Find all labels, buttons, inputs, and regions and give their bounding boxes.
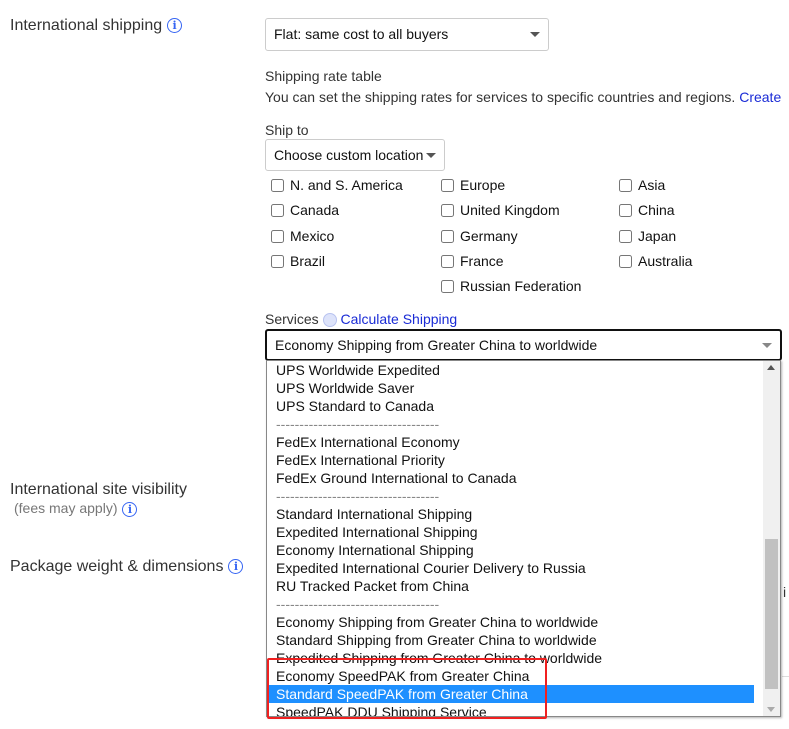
service-option[interactable]: UPS Worldwide Saver [267,379,754,397]
checkbox-label: Russian Federation [460,278,582,294]
chevron-down-icon [426,153,436,158]
service-option[interactable]: Expedited International Shipping [267,523,754,541]
location-checkbox[interactable]: Japan [619,228,676,244]
info-icon[interactable]: i [228,559,244,575]
checkbox-label: Mexico [290,228,335,244]
service-option[interactable]: FedEx Ground International to Canada [267,469,754,487]
location-checkbox[interactable]: France [441,253,504,269]
location-checkbox[interactable]: Australia [619,253,692,269]
checkbox-label: France [460,253,504,269]
rate-table-title: Shipping rate table [265,68,382,84]
checkbox[interactable] [441,178,454,192]
checkbox[interactable] [271,229,284,243]
services-select[interactable]: Economy Shipping from Greater China to w… [265,329,782,361]
location-checkbox[interactable]: Brazil [271,253,325,269]
service-option[interactable]: Standard Shipping from Greater China to … [267,631,754,649]
location-checkbox[interactable]: Russian Federation [441,278,581,294]
checkbox-label: United Kingdom [460,202,560,218]
checkbox[interactable] [271,254,284,268]
clipped-text: i [783,584,787,600]
checkbox-label: N. and S. America [290,177,403,193]
checkbox-label: Australia [638,253,693,269]
checkbox-label: China [638,202,675,218]
chevron-down-icon [762,343,772,348]
checkbox[interactable] [619,178,632,192]
checkbox-label: Asia [638,177,666,193]
location-checkbox[interactable]: N. and S. America [271,177,403,193]
create-link[interactable]: Create [739,89,781,105]
checkbox-label: Brazil [290,253,326,269]
service-option[interactable]: Expedited International Courier Delivery… [267,559,754,577]
chevron-down-icon [530,32,540,37]
service-option[interactable]: ----------------------------------- [267,487,754,505]
note-text: (fees may apply) [14,500,118,516]
ship-to-label: Ship to [265,122,309,138]
service-option[interactable]: UPS Standard to Canada [267,397,754,415]
selected-value: Choose custom location [274,147,424,163]
checkbox[interactable] [441,229,454,243]
service-option[interactable]: FedEx International Economy [267,433,754,451]
checkbox[interactable] [441,279,454,293]
scrollbar-thumb[interactable] [765,539,778,689]
scrollbar[interactable] [763,361,780,716]
ship-to-select[interactable]: Choose custom location [265,139,445,171]
location-checkbox[interactable]: Europe [441,177,505,193]
selected-value: Economy Shipping from Greater China to w… [275,337,598,353]
rate-table-description: You can set the shipping rates for servi… [265,89,781,105]
location-checkbox[interactable]: Canada [271,202,339,218]
service-option[interactable]: FedEx International Priority [267,451,754,469]
checkbox-label: Canada [290,202,340,218]
international-shipping-select[interactable]: Flat: same cost to all buyers [265,18,549,51]
service-option[interactable]: Economy International Shipping [267,541,754,559]
calculate-shipping-link[interactable]: Calculate Shipping [340,311,457,327]
scroll-down-icon[interactable] [767,707,775,712]
service-option[interactable]: RU Tracked Packet from China [267,577,754,595]
checkbox[interactable] [271,178,284,192]
selected-value: Flat: same cost to all buyers [274,26,449,42]
fees-note: (fees may apply) i [14,500,138,517]
scroll-up-icon[interactable] [767,365,775,370]
calculator-icon [322,313,337,328]
info-icon[interactable]: i [167,18,183,34]
checkbox-label: Germany [460,228,518,244]
location-checkbox[interactable]: Germany [441,228,518,244]
location-checkbox[interactable]: Mexico [271,228,334,244]
info-icon[interactable]: i [122,501,138,517]
service-option[interactable]: ----------------------------------- [267,595,754,613]
checkbox-label: Japan [638,228,677,244]
checkbox[interactable] [619,203,632,217]
checkbox-label: Europe [460,177,506,193]
site-visibility-label: International site visibility [10,481,187,498]
label-text: International shipping [10,17,163,34]
services-label: Services [265,311,319,327]
divider [782,676,789,677]
checkbox[interactable] [271,203,284,217]
location-checkbox[interactable]: United Kingdom [441,202,560,218]
checkbox[interactable] [441,203,454,217]
location-checkbox[interactable]: Asia [619,177,665,193]
service-option[interactable]: ----------------------------------- [267,415,754,433]
service-option[interactable]: Economy Shipping from Greater China to w… [267,613,754,631]
checkbox[interactable] [619,254,632,268]
checkbox[interactable] [441,254,454,268]
package-label: Package weight & dimensions i [10,558,244,576]
international-shipping-label: International shipping i [10,17,183,35]
annotation-highlight-box [267,658,547,719]
location-checkbox[interactable]: China [619,202,675,218]
service-option[interactable]: UPS Worldwide Expedited [267,361,754,379]
label-text: Package weight & dimensions [10,558,224,575]
service-option[interactable]: Standard International Shipping [267,505,754,523]
services-label-row: Services Calculate Shipping [265,311,457,328]
checkbox[interactable] [619,229,632,243]
description-text: You can set the shipping rates for servi… [265,89,736,105]
